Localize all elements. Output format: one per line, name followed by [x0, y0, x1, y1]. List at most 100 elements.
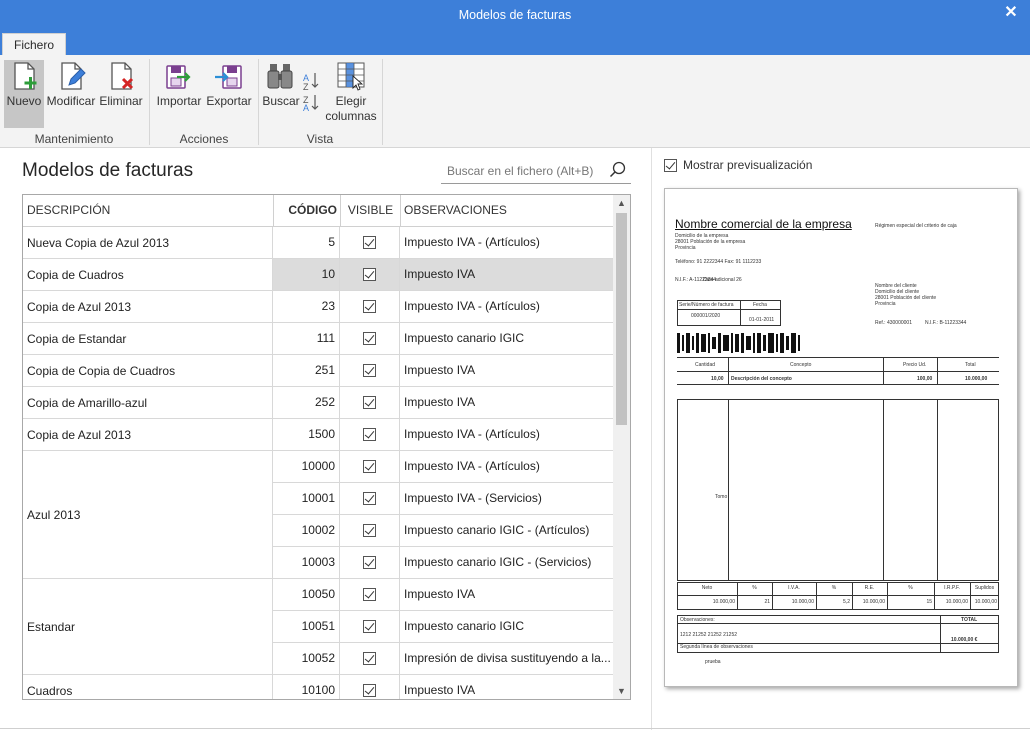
row-observations[interactable]: Impuesto IVA [400, 355, 613, 387]
row-code[interactable]: 251 [273, 355, 340, 387]
group-label-mantenimiento: Mantenimiento [34, 132, 114, 146]
preview-total-value-cell: 10.000,00 [791, 599, 814, 605]
row-observations[interactable]: Impuesto canario IGIC - (Servicios) [400, 547, 613, 579]
table-row[interactable]: 251 Impuesto IVA [23, 355, 613, 387]
row-observations[interactable]: Impuesto IVA - (Servicios) [400, 483, 613, 515]
visible-checkbox[interactable] [363, 460, 376, 474]
preview-rule [728, 357, 729, 385]
preview-col-precio: Precio Ud. [903, 362, 927, 368]
row-code[interactable]: 1500 [273, 419, 340, 451]
row-code[interactable]: 10002 [273, 515, 340, 547]
visible-checkbox[interactable] [363, 332, 376, 346]
tab-fichero[interactable]: Fichero [2, 33, 66, 55]
close-icon[interactable]: ✕ [1002, 4, 1020, 22]
export-button[interactable]: Exportar [205, 60, 253, 128]
visible-checkbox[interactable] [363, 524, 376, 538]
row-code[interactable]: 10052 [273, 643, 340, 675]
search-icon[interactable] [609, 161, 627, 179]
column-header-codigo[interactable]: CÓDIGO [274, 195, 337, 226]
visible-checkbox[interactable] [363, 652, 376, 666]
table-row[interactable]: 10002 Impuesto canario IGIC - (Artículos) [23, 515, 613, 547]
row-code[interactable]: 111 [273, 323, 340, 355]
preview-toggle[interactable]: Mostrar previsualización [664, 158, 812, 172]
row-visible [340, 419, 400, 451]
table-row[interactable]: 10050 Impuesto IVA [23, 579, 613, 611]
visible-checkbox[interactable] [363, 300, 376, 314]
search-input[interactable]: Buscar en el fichero (Alt+B) [441, 158, 631, 184]
row-code[interactable]: 10003 [273, 547, 340, 579]
import-button[interactable]: Importar [155, 60, 203, 128]
table-row[interactable]: 10000 Impuesto IVA - (Artículos) [23, 451, 613, 483]
visible-checkbox[interactable] [363, 620, 376, 634]
new-document-icon [14, 62, 37, 90]
visible-checkbox[interactable] [363, 684, 376, 698]
visible-checkbox[interactable] [363, 236, 376, 250]
row-code[interactable]: 252 [273, 387, 340, 419]
preview-checkbox[interactable] [664, 158, 677, 172]
column-header-descripcion[interactable]: DESCRIPCIÓN [27, 195, 267, 226]
table-row[interactable]: 1500 Impuesto IVA - (Artículos) [23, 419, 613, 451]
vertical-scrollbar[interactable]: ▲ ▼ [613, 195, 630, 699]
table-header: DESCRIPCIÓN CÓDIGO VISIBLE OBSERVACIONES [23, 195, 613, 227]
table-row[interactable]: 252 Impuesto IVA [23, 387, 613, 419]
row-observations[interactable]: Impuesto IVA - (Artículos) [400, 451, 613, 483]
row-observations[interactable]: Impresión de divisa sustituyendo a la... [400, 643, 613, 675]
row-observations[interactable]: Impuesto canario IGIC [400, 611, 613, 643]
preview-col-concepto: Concepto [790, 362, 812, 368]
table-row[interactable]: 5 Impuesto IVA - (Artículos) [23, 227, 613, 259]
scroll-up-icon[interactable]: ▲ [613, 195, 630, 211]
table-row[interactable]: 10003 Impuesto canario IGIC - (Servicios) [23, 547, 613, 579]
new-button-label: Nuevo [6, 94, 42, 108]
scroll-down-icon[interactable]: ▼ [613, 683, 630, 699]
visible-checkbox[interactable] [363, 268, 376, 282]
row-observations[interactable]: Impuesto canario IGIC - (Artículos) [400, 515, 613, 547]
row-observations[interactable]: Impuesto canario IGIC [400, 323, 613, 355]
preview-total-header: % [908, 585, 913, 591]
table-row[interactable]: 10052 Impresión de divisa sustituyendo a … [23, 643, 613, 675]
search-button[interactable]: Buscar [262, 60, 300, 128]
row-observations[interactable]: Impuesto IVA - (Artículos) [400, 419, 613, 451]
choose-columns-button[interactable]: Elegir columnas [324, 60, 378, 132]
preview-rule [737, 582, 738, 610]
visible-checkbox[interactable] [363, 588, 376, 602]
column-header-observaciones[interactable]: OBSERVACIONES [404, 195, 609, 226]
visible-checkbox[interactable] [363, 396, 376, 410]
table-row[interactable]: 111 Impuesto canario IGIC [23, 323, 613, 355]
modify-button[interactable]: Modificar [45, 60, 97, 128]
table-row[interactable]: 10051 Impuesto canario IGIC [23, 611, 613, 643]
preview-rule [883, 357, 884, 385]
table-row[interactable]: 23 Impuesto IVA - (Artículos) [23, 291, 613, 323]
table-row[interactable]: 10 Impuesto IVA [23, 259, 613, 291]
sort-az-icon[interactable]: A Z Z A [302, 71, 320, 111]
row-code[interactable]: 10050 [273, 579, 340, 611]
row-code[interactable]: 5 [273, 227, 340, 259]
row-observations[interactable]: Impuesto IVA [400, 579, 613, 611]
row-observations[interactable]: Impuesto IVA [400, 259, 613, 291]
scrollbar-thumb[interactable] [616, 213, 627, 425]
preview-line-cantidad: 10,00 [711, 376, 724, 382]
row-observations[interactable]: Impuesto IVA [400, 675, 613, 699]
visible-checkbox[interactable] [363, 492, 376, 506]
table-row[interactable]: 10100 Impuesto IVA [23, 675, 613, 699]
preview-line-total: 10.000,00 [965, 376, 988, 382]
row-code[interactable]: 10 [273, 259, 340, 291]
column-header-visible[interactable]: VISIBLE [341, 195, 400, 226]
preview-observaciones-line: 1212 21252 21252 21252 [680, 632, 738, 638]
preview-company-name: Nombre comercial de la empresa [675, 217, 852, 231]
row-observations[interactable]: Impuesto IVA - (Artículos) [400, 291, 613, 323]
row-code[interactable]: 10001 [273, 483, 340, 515]
row-code[interactable]: 10100 [273, 675, 340, 699]
visible-checkbox[interactable] [363, 428, 376, 442]
row-observations[interactable]: Impuesto IVA [400, 387, 613, 419]
row-code[interactable]: 23 [273, 291, 340, 323]
table-row[interactable]: 10001 Impuesto IVA - (Servicios) [23, 483, 613, 515]
row-code[interactable]: 10000 [273, 451, 340, 483]
visible-checkbox[interactable] [363, 556, 376, 570]
delete-button[interactable]: Eliminar [98, 60, 144, 128]
visible-checkbox[interactable] [363, 364, 376, 378]
preview-nif-extra: Dato adicional 26 [703, 277, 742, 283]
preview-rule [677, 371, 999, 372]
row-code[interactable]: 10051 [273, 611, 340, 643]
new-button[interactable]: Nuevo [4, 60, 44, 128]
row-observations[interactable]: Impuesto IVA - (Artículos) [400, 227, 613, 259]
